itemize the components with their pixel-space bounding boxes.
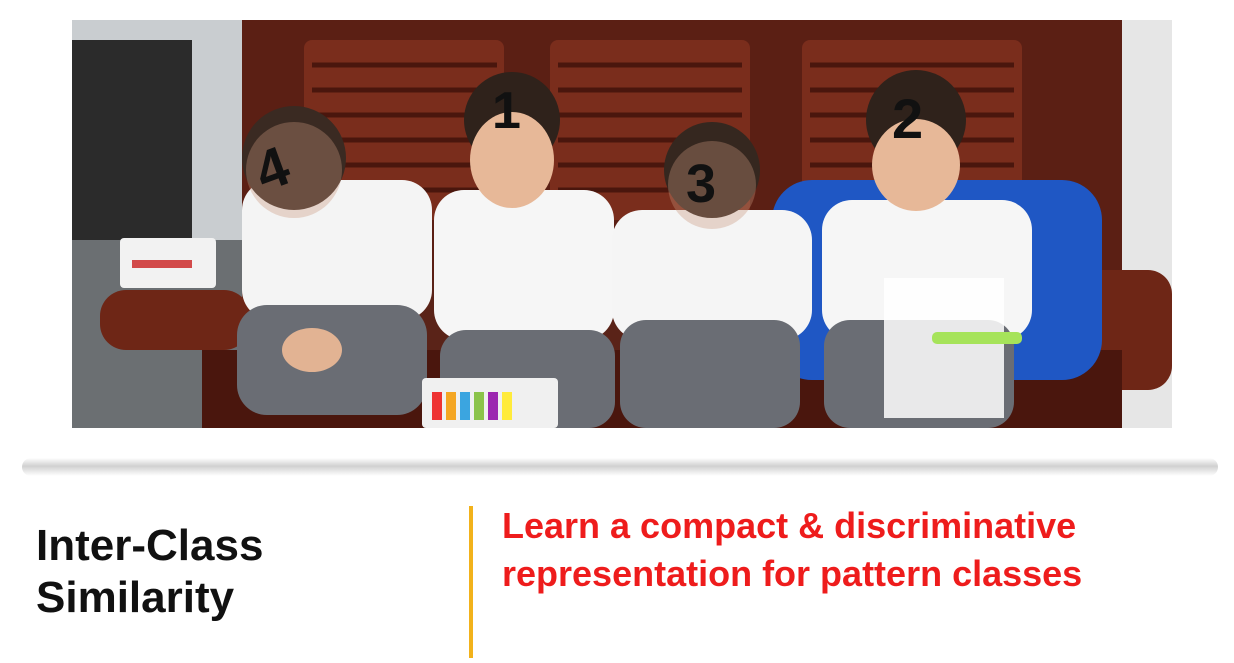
statement-line-1: Learn a compact & discriminative [502, 505, 1077, 546]
slide-heading: Inter-Class Similarity [36, 520, 436, 624]
photo-children-on-bench: 4 1 3 2 [72, 20, 1172, 428]
heading-line-1: Inter-Class [36, 521, 264, 570]
head-digit: 3 [686, 154, 716, 214]
photo-illustration: 4 1 3 2 [72, 20, 1172, 428]
slide-statement: Learn a compact & discriminative represe… [502, 502, 1222, 598]
statement-line-2: representation for pattern classes [502, 553, 1083, 594]
head-digit: 1 [492, 82, 521, 140]
head-digit: 2 [892, 87, 923, 150]
heading-line-2: Similarity [36, 573, 235, 622]
accent-vertical-line [469, 506, 473, 658]
section-divider-shadow [22, 458, 1218, 476]
slide: 4 1 3 2 Inter-Class Similarity Learn a c… [0, 0, 1234, 663]
